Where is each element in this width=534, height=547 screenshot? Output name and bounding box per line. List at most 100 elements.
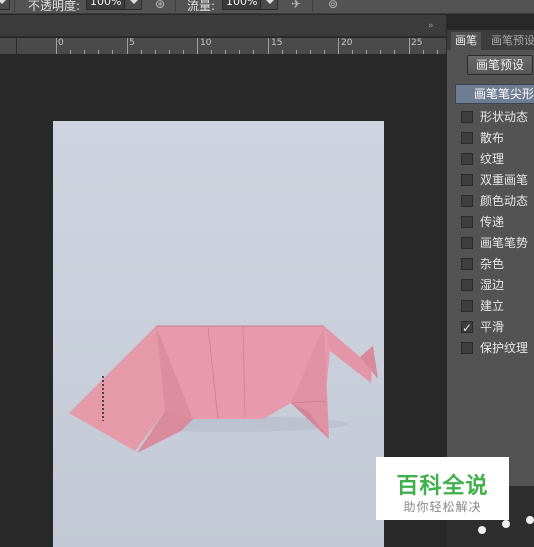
watermark-subtitle: 助你轻松解决 [403,500,482,514]
opacity-input[interactable]: 100% [86,0,126,10]
opacity-label: 不透明度: [28,0,81,13]
pressure-size-icon[interactable]: ⊚ [326,0,340,11]
ruler-tick [126,38,128,54]
ruler-tick [380,50,382,54]
flow-input[interactable]: 100% [222,0,262,10]
tabs-overflow-icon[interactable]: » [428,21,438,31]
ruler-origin[interactable] [0,38,17,54]
ruler-mark: 0 [58,38,64,48]
ruler-mark: 15 [271,38,283,48]
option-label: 建立 [480,299,505,313]
option-label: 颜色动态 [480,194,529,208]
ruler-tick [56,38,57,54]
ruler-tick [239,50,241,54]
option-label: 形状动态 [480,110,529,124]
ruler-tick [154,50,156,54]
checkbox[interactable] [461,237,473,249]
ruler-tick [197,38,198,54]
ruler-tick [366,50,368,54]
ruler-mark: 5 [129,38,135,48]
ruler-tick [408,38,410,54]
option-scattering[interactable]: 散布 [461,128,534,148]
separator [312,0,313,12]
ruler-tick [338,38,339,54]
checkbox[interactable] [461,153,473,165]
watermark-logo: 百科全说 助你轻松解决 [376,457,509,520]
preview-dot [502,520,510,528]
option-label: 传递 [480,215,505,229]
option-noise[interactable]: 杂色 [461,254,534,274]
ruler-tick [422,50,424,54]
checkbox[interactable] [461,195,473,207]
ruler-mark: 10 [200,38,212,48]
brush-tip-shape-item[interactable]: 画笔笔尖形状 [455,84,534,104]
ruler-tick [295,50,297,54]
separator [175,0,176,12]
option-protect-texture[interactable]: 保护纹理 [461,338,534,358]
checkbox[interactable] [461,174,473,186]
option-brush-pose[interactable]: 画笔笔势 [461,233,534,253]
ruler-tick [98,50,100,54]
ruler-tick [112,50,114,54]
option-transfer[interactable]: 传递 [461,212,534,232]
ruler-mark: 20 [341,38,353,48]
ruler-tick [267,38,269,54]
ruler-tick [84,50,86,54]
checkbox[interactable] [461,258,473,270]
ruler-tick [323,50,325,54]
option-dual-brush[interactable]: 双重画笔 [461,170,534,190]
tab-brush[interactable]: 画笔 [451,32,481,50]
ruler-mark: 25 [411,38,423,48]
option-label: 杂色 [480,257,505,271]
checkbox[interactable] [461,342,473,354]
ruler-tick [436,50,438,54]
ruler-tick [352,50,354,54]
tab-brush-presets[interactable]: 画笔预设 [487,32,534,50]
option-label: 湿边 [480,278,505,292]
ruler-tick [182,50,184,54]
option-shape-dynamics[interactable]: 形状动态 [461,107,534,127]
checkbox[interactable] [461,132,473,144]
ruler-tick [309,50,311,54]
option-color-dynamics[interactable]: 颜色动态 [461,191,534,211]
option-label: 画笔笔势 [480,236,529,250]
checkbox[interactable] [461,279,473,291]
ruler-tick [253,50,255,54]
checkbox[interactable] [461,111,473,123]
photo-image [53,121,384,547]
brush-panel-tabs: 画笔 画笔预设 [447,30,534,50]
document-tab-strip: » [0,15,446,37]
ruler-tick [225,50,227,54]
horizontal-ruler[interactable]: 0 5 10 15 20 25 [0,38,446,55]
flow-dropdown[interactable] [260,0,278,10]
option-smoothing[interactable]: 平滑 [461,317,534,338]
opacity-dropdown[interactable] [124,0,142,10]
preview-dot [478,526,486,534]
ruler-tick [70,50,72,54]
option-label: 保护纹理 [480,341,529,355]
options-bar: 不透明度: 100% ⊛ 流量: 100% ✈ ⊚ [0,0,534,14]
option-label: 平滑 [480,320,505,334]
option-texture[interactable]: 纹理 [461,149,534,169]
checkbox-checked[interactable] [461,318,473,338]
ruler-tick [394,50,396,54]
ruler-tick [140,50,142,54]
option-label: 纹理 [480,152,505,166]
separator [14,0,15,12]
brush-presets-button[interactable]: 画笔预设 [467,55,533,75]
ruler-tick [281,50,283,54]
ruler-tick [168,50,170,54]
option-build-up[interactable]: 建立 [461,296,534,316]
airbrush-icon[interactable]: ✈ [289,0,303,11]
checkbox[interactable] [461,300,473,312]
checkbox[interactable] [461,216,473,228]
option-wet-edges[interactable]: 湿边 [461,275,534,295]
watermark-title: 百科全说 [396,474,489,499]
ruler-tick [211,50,213,54]
preview-dot [526,516,534,524]
pressure-opacity-icon[interactable]: ⊛ [153,0,167,11]
option-label: 双重画笔 [480,173,529,187]
option-label: 散布 [480,131,505,145]
tool-preset-dropdown[interactable] [0,0,10,10]
origami-pig-image [69,325,378,453]
